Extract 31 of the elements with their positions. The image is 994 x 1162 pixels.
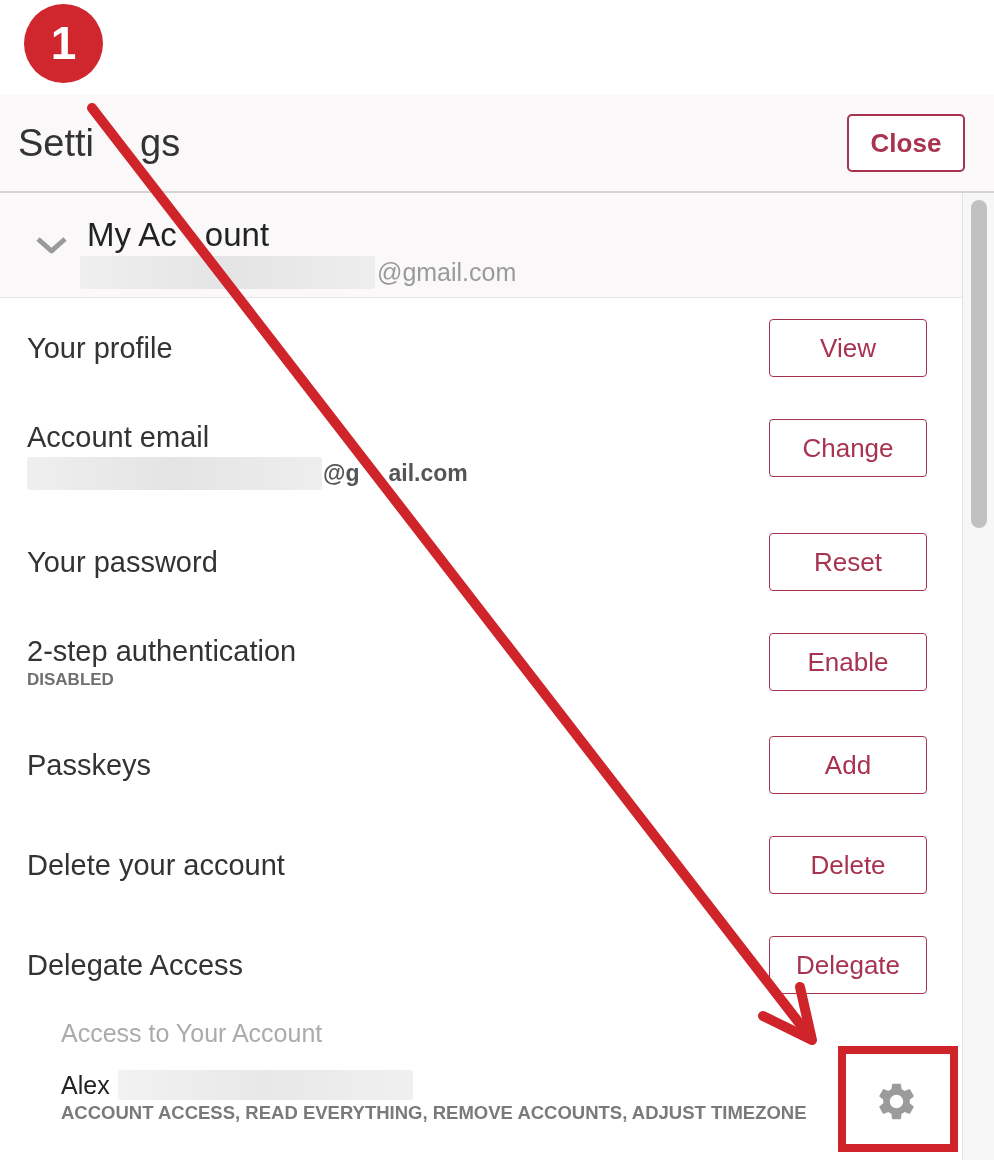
- action-button[interactable]: Reset: [769, 533, 927, 591]
- row-label: Your password: [27, 545, 218, 580]
- settings-title: Setti: [18, 121, 95, 166]
- action-button[interactable]: Delete: [769, 836, 927, 894]
- row-label: Delete your account: [27, 848, 285, 883]
- section-title: My Ac: [87, 215, 177, 255]
- email-domain: @gmail.com: [377, 257, 517, 288]
- row-label: Account email: [27, 420, 210, 455]
- section-header[interactable]: My Ac ount @gmail.com: [0, 193, 962, 298]
- subsection-heading: Access to Your Account: [61, 1018, 323, 1049]
- action-button[interactable]: Change: [769, 419, 927, 477]
- row-label: Delegate Access: [27, 948, 243, 983]
- row-label: Passkeys: [27, 748, 152, 783]
- action-button[interactable]: View: [769, 319, 927, 377]
- step-badge: 1: [24, 4, 103, 83]
- email-domain: ail.com: [388, 459, 468, 488]
- close-button[interactable]: Close: [847, 114, 965, 172]
- action-button[interactable]: Add: [769, 736, 927, 794]
- action-button[interactable]: Delegate: [769, 936, 927, 994]
- email-domain: @g: [323, 459, 360, 488]
- action-button[interactable]: Enable: [769, 633, 927, 691]
- scrollbar-thumb[interactable]: [970, 200, 987, 528]
- section-title: ount: [204, 215, 270, 255]
- status-label: DISABLED: [27, 669, 114, 691]
- row-label: 2-step authentication: [27, 634, 297, 669]
- row-label: Your profile: [27, 331, 173, 366]
- gear-icon[interactable]: [879, 1082, 914, 1120]
- chevron-icon[interactable]: [35, 235, 68, 255]
- permissions-list: ACCOUNT ACCESS, READ EVERYTHING, REMOVE ACCOUNTS, ADJUST TIMEZONE: [61, 1101, 807, 1125]
- settings-title: gs: [140, 121, 181, 166]
- delegate-name: Alex: [61, 1070, 110, 1101]
